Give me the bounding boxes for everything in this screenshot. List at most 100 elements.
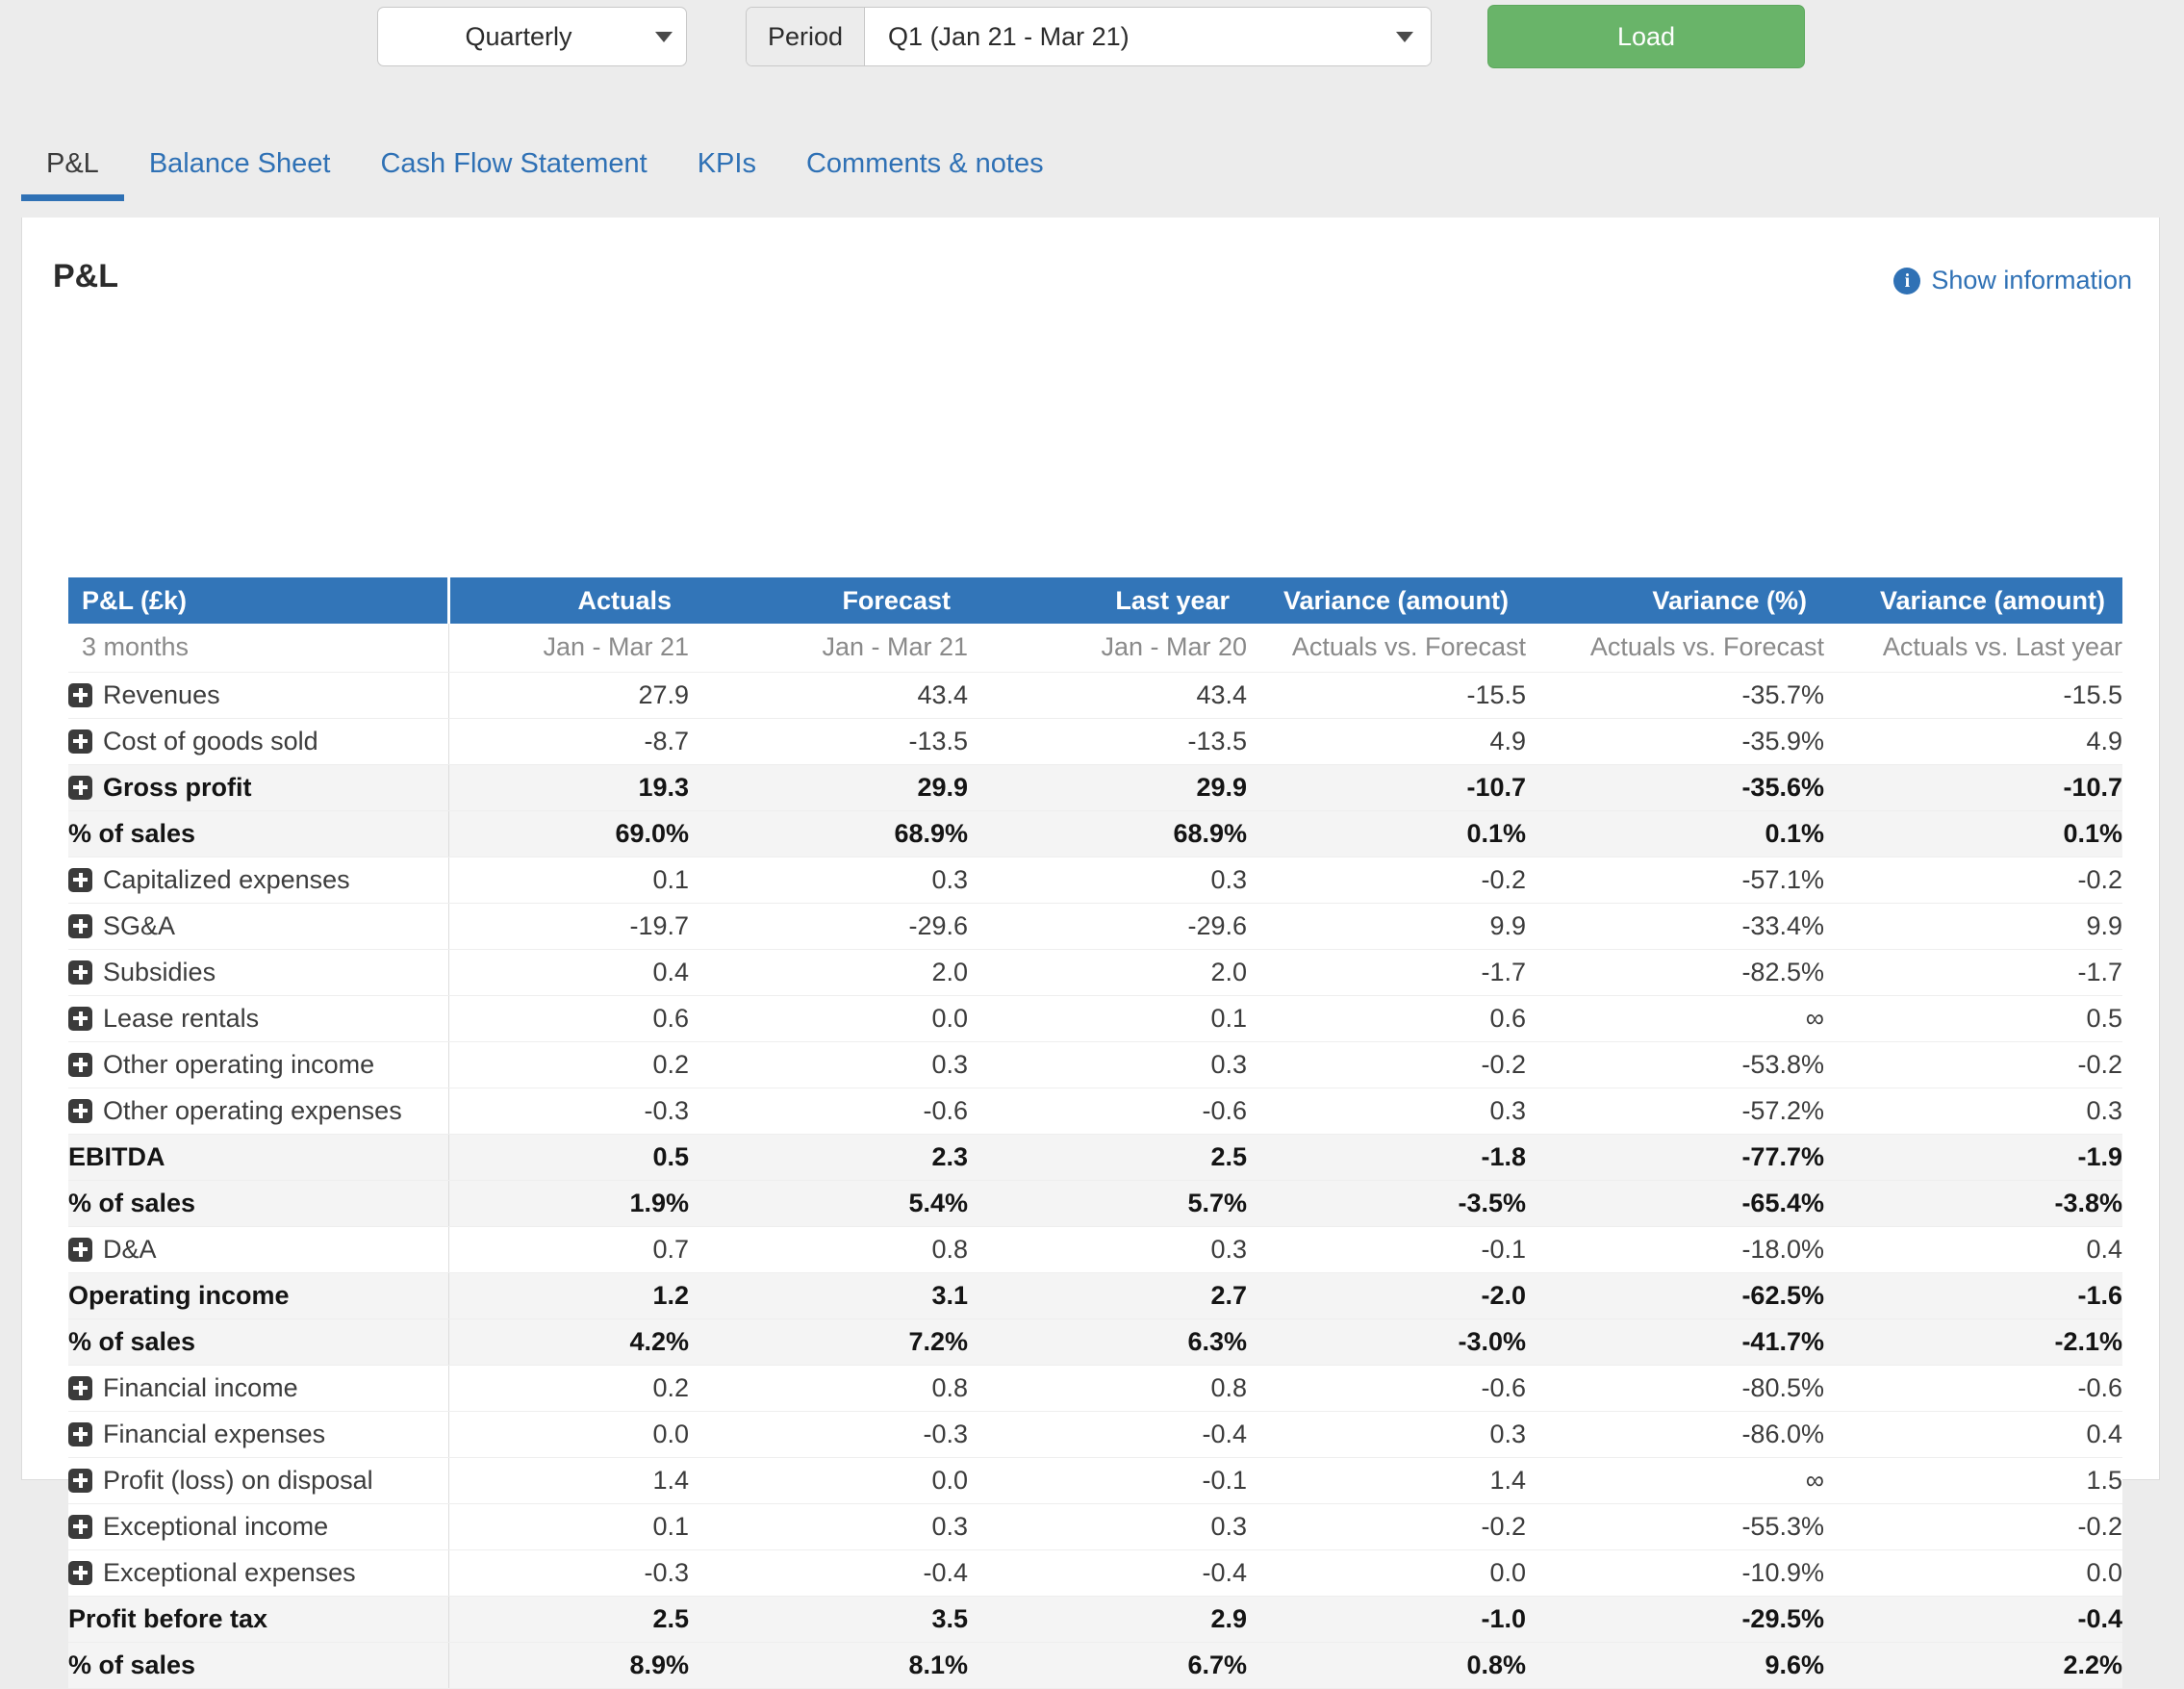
row-value-cell: 9.6%	[1526, 1642, 1824, 1689]
row-value-cell: 2.5	[448, 1596, 689, 1643]
pl-table-body: 3 months Jan - Mar 21 Jan - Mar 21 Jan - Ma…	[68, 624, 2122, 1689]
row-label-cell: Cost of goods sold	[68, 718, 449, 765]
row-label-inner: Capitalized expenses	[68, 865, 448, 895]
load-button[interactable]: Load	[1487, 5, 1805, 68]
row-value-cell: 5.7%	[968, 1180, 1247, 1227]
pl-table-wrapper: P&L (£k) Actuals Forecast Last year Variance…	[68, 577, 2122, 1689]
tab-kpis[interactable]: KPIs	[673, 135, 781, 201]
row-value-cell: 0.5	[1824, 995, 2122, 1042]
chevron-down-icon	[655, 31, 673, 42]
row-label-inner: Other operating expenses	[68, 1096, 448, 1126]
period-select[interactable]: Q1 (Jan 21 - Mar 21)	[865, 8, 1431, 65]
tab-label: Comments & notes	[805, 148, 1044, 179]
row-label-cell: Exceptional income	[68, 1503, 449, 1550]
frequency-select[interactable]: Quarterly	[377, 7, 687, 66]
tab-comments-notes[interactable]: Comments & notes	[781, 135, 1069, 201]
row-value-cell: -0.3	[448, 1088, 689, 1135]
expand-plus-icon[interactable]	[68, 1006, 92, 1031]
column-header: Variance (amount)	[1824, 577, 2122, 624]
tab-balance-sheet[interactable]: Balance Sheet	[124, 135, 356, 201]
row-value-cell: 9.9	[1824, 903, 2122, 950]
row-value-cell: 0.3	[689, 1503, 968, 1550]
pl-card: P&L i Show information P&L (£k) Actuals Fo…	[21, 218, 2160, 1689]
row-value-cell: 2.2%	[1824, 1642, 2122, 1689]
expand-plus-icon[interactable]	[68, 913, 92, 938]
row-label-inner: Financial income	[68, 1373, 448, 1403]
row-value-cell: -33.4%	[1526, 903, 1824, 950]
expand-plus-icon[interactable]	[68, 1375, 92, 1400]
row-value-cell: 0.1	[448, 1503, 689, 1550]
column-header: Forecast	[689, 577, 968, 624]
row-label-inner: Profit before tax	[68, 1604, 448, 1634]
expand-plus-icon[interactable]	[68, 729, 92, 754]
show-information-link[interactable]: i Show information	[1893, 266, 2132, 295]
row-value-cell: 8.1%	[689, 1642, 968, 1689]
tab-p-l[interactable]: P&L	[21, 135, 124, 201]
row-value-cell: 0.3	[689, 1041, 968, 1088]
column-header: P&L (£k)	[68, 577, 450, 624]
column-header: Last year	[968, 577, 1247, 624]
pl-table-head: P&L (£k) Actuals Forecast Last year Variance…	[68, 577, 2122, 624]
row-value-cell: -18.0%	[1526, 1226, 1824, 1273]
table-row: Lease rentals 0.6 0.0 0.1 0.6 ∞ 0.5	[68, 995, 2122, 1042]
row-value-cell: -1.7	[1247, 949, 1526, 996]
table-row: % of sales 1.9% 5.4% 5.7% -3.5% -65.4% -3.8%	[68, 1180, 2122, 1227]
row-value-cell: -0.6	[689, 1088, 968, 1135]
expand-plus-icon[interactable]	[68, 1098, 92, 1123]
show-information-label: Show information	[1931, 266, 2132, 294]
expand-plus-icon[interactable]	[68, 1421, 92, 1446]
row-value-cell: 9.9	[1247, 903, 1526, 950]
tab-cash-flow-statement[interactable]: Cash Flow Statement	[355, 135, 672, 201]
row-value-cell: -3.5%	[1247, 1180, 1526, 1227]
row-label: Gross profit	[103, 772, 252, 802]
row-label-inner: Revenues	[68, 680, 448, 710]
row-label: Cost of goods sold	[103, 726, 318, 755]
row-label: Lease rentals	[103, 1003, 260, 1033]
expand-plus-icon[interactable]	[68, 1237, 92, 1262]
row-value-cell: 0.8	[689, 1365, 968, 1412]
row-value-cell: 0.0	[448, 1411, 689, 1458]
row-value-cell: -0.2	[1824, 1041, 2122, 1088]
row-label-inner: SG&A	[68, 911, 448, 941]
row-value-cell: 2.0	[968, 949, 1247, 996]
row-label: % of sales	[68, 1188, 196, 1217]
row-value-cell: 3.5	[689, 1596, 968, 1643]
expand-plus-icon[interactable]	[68, 682, 92, 707]
row-value-cell: 0.3	[968, 857, 1247, 904]
row-label-cell: Revenues	[68, 672, 449, 719]
table-row: SG&A -19.7 -29.6 -29.6 9.9 -33.4% 9.9	[68, 903, 2122, 950]
row-value-cell: -19.7	[448, 903, 689, 950]
expand-plus-icon[interactable]	[68, 1514, 92, 1539]
tab-label: P&L	[46, 148, 99, 179]
expand-plus-icon[interactable]	[68, 867, 92, 892]
row-value-cell: 29.9	[968, 764, 1247, 811]
row-value-cell: -35.6%	[1526, 764, 1824, 811]
row-label-cell: Financial income	[68, 1365, 449, 1412]
row-label-cell: D&A	[68, 1226, 449, 1273]
row-value-cell: -1.9	[1824, 1134, 2122, 1181]
row-value-cell: -0.3	[448, 1549, 689, 1597]
expand-plus-icon[interactable]	[68, 960, 92, 985]
row-value-cell: 0.1%	[1247, 810, 1526, 857]
expand-plus-icon[interactable]	[68, 1052, 92, 1077]
row-value-cell: 0.6	[1247, 995, 1526, 1042]
row-label-cell: Profit (loss) on disposal	[68, 1457, 449, 1504]
expand-plus-icon[interactable]	[68, 1468, 92, 1493]
expand-plus-icon[interactable]	[68, 1560, 92, 1585]
column-subheader: Jan - Mar 20	[968, 624, 1247, 673]
table-row: Gross profit 19.3 29.9 29.9 -10.7 -35.6% -10.7	[68, 764, 2122, 811]
table-row: Profit before tax 2.5 3.5 2.9 -1.0 -29.5% -0.4	[68, 1596, 2122, 1643]
column-subheader: Jan - Mar 21	[689, 624, 968, 673]
expand-plus-icon[interactable]	[68, 775, 92, 800]
row-value-cell: 68.9%	[689, 810, 968, 857]
row-label-cell: % of sales	[68, 1642, 449, 1689]
row-label: SG&A	[103, 910, 176, 940]
info-circle-icon: i	[1893, 267, 1921, 294]
row-value-cell: 1.2	[448, 1272, 689, 1319]
row-value-cell: 0.1%	[1526, 810, 1824, 857]
pl-table-header-row: P&L (£k) Actuals Forecast Last year Variance…	[68, 577, 2122, 624]
row-value-cell: -0.1	[1247, 1226, 1526, 1273]
row-value-cell: -65.4%	[1526, 1180, 1824, 1227]
row-label: % of sales	[68, 1326, 196, 1356]
frequency-select-value: Quarterly	[465, 21, 572, 51]
